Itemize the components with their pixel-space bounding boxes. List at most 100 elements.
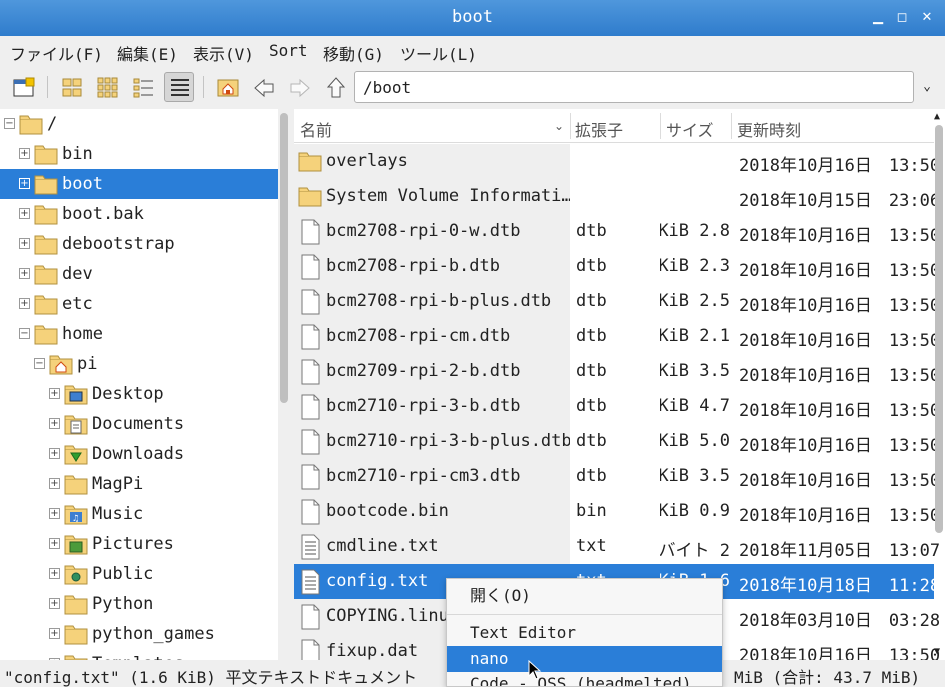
file-modified: 2018年10月16日 13:50 xyxy=(739,261,939,281)
expand-icon[interactable]: + xyxy=(19,268,30,279)
file-size: 3.5 KiB xyxy=(660,466,730,486)
expand-icon[interactable]: + xyxy=(49,598,60,609)
file-name: cmdline.txt xyxy=(326,536,439,556)
expand-icon[interactable]: + xyxy=(19,178,30,189)
chevron-down-icon: ⌄ xyxy=(923,79,931,94)
tree-item-pi[interactable]: − pi xyxy=(0,349,278,379)
file-row[interactable]: bcm2708-rpi-b.dtb dtb 2.3 KiB 2018年10月16日 1… xyxy=(294,249,939,284)
tree-item-etc[interactable]: + etc xyxy=(0,289,278,319)
menu-item-open[interactable]: 開く(O) xyxy=(447,583,722,609)
path-dropdown-button[interactable]: ⌄ xyxy=(916,71,938,103)
menu-sort[interactable]: Sort xyxy=(269,41,308,60)
tree-item-boot-bak[interactable]: + boot.bak xyxy=(0,199,278,229)
folder-icon xyxy=(34,173,58,200)
menu-edit[interactable]: 編集(E) xyxy=(117,41,178,65)
back-button[interactable] xyxy=(248,72,278,102)
file-row[interactable]: System Volume Informati… 2018年10月15日 23:0… xyxy=(294,179,939,214)
file-row[interactable]: bcm2708-rpi-cm.dtb dtb 2.1 KiB 2018年10月16日 … xyxy=(294,319,939,354)
public-folder-icon xyxy=(64,563,88,590)
tree-item-public[interactable]: + Public xyxy=(0,559,278,589)
tree-item-dev[interactable]: + dev xyxy=(0,259,278,289)
expand-icon[interactable]: + xyxy=(49,478,60,489)
folder-icon xyxy=(64,593,88,620)
minimize-button[interactable]: ▁ xyxy=(868,8,888,28)
collapse-icon[interactable]: − xyxy=(4,118,15,129)
column-ext-header[interactable]: 拡張子 xyxy=(575,117,623,141)
tree-item-debootstrap[interactable]: + debootstrap xyxy=(0,229,278,259)
expand-icon[interactable]: + xyxy=(19,238,30,249)
new-tab-button[interactable] xyxy=(8,72,38,102)
file-row[interactable]: bootcode.bin bin 0.9 KiB 2018年10月16日 13:50 xyxy=(294,494,939,529)
expand-icon[interactable]: + xyxy=(19,148,30,159)
tree-item-boot[interactable]: + boot xyxy=(0,169,278,199)
expand-icon[interactable]: + xyxy=(19,298,30,309)
scroll-up-icon[interactable]: ▲ xyxy=(934,111,940,122)
detail-view-button[interactable] xyxy=(164,72,194,102)
file-row[interactable]: cmdline.txt txt 2 バイト 2018年11月05日 13:07 xyxy=(294,529,939,564)
detail-view-icon xyxy=(171,79,189,96)
menu-item-nano[interactable]: nano xyxy=(447,646,722,672)
tree-item-templates[interactable]: +Templates xyxy=(0,649,278,660)
menu-item-text-editor[interactable]: Text Editor xyxy=(447,620,722,646)
menu-view[interactable]: 表示(V) xyxy=(193,41,254,65)
column-name-header[interactable]: 名前 xyxy=(300,117,332,141)
file-row[interactable]: bcm2708-rpi-0-w.dtb dtb 2.8 KiB 2018年10月16日… xyxy=(294,214,939,249)
new-tab-icon xyxy=(13,77,35,97)
menu-go[interactable]: 移動(G) xyxy=(323,41,384,65)
thumbnail-view-button[interactable] xyxy=(92,72,122,102)
folder-icon xyxy=(64,653,88,660)
home-button[interactable] xyxy=(212,72,242,102)
tree-item-downloads[interactable]: + Downloads xyxy=(0,439,278,469)
expand-icon[interactable]: + xyxy=(19,208,30,219)
file-modified: 2018年10月18日 11:28 xyxy=(739,576,939,596)
collapse-icon[interactable]: − xyxy=(19,328,30,339)
pane-splitter[interactable] xyxy=(278,109,294,660)
path-input[interactable] xyxy=(354,71,914,103)
documents-folder-icon xyxy=(64,413,88,440)
close-button[interactable]: ✕ xyxy=(917,8,937,28)
tree-item-documents[interactable]: + Documents xyxy=(0,409,278,439)
file-ext: dtb xyxy=(576,326,607,346)
file-row[interactable]: bcm2710-rpi-3-b.dtb dtb 4.7 KiB 2018年10月16日… xyxy=(294,389,939,424)
menu-file[interactable]: ファイル(F) xyxy=(10,41,103,65)
scroll-down-icon[interactable]: ▼ xyxy=(934,646,940,657)
tree-item-python-games[interactable]: + python_games xyxy=(0,619,278,649)
file-row[interactable]: bcm2709-rpi-2-b.dtb dtb 3.5 KiB 2018年10月16日… xyxy=(294,354,939,390)
maximize-button[interactable]: ◻ xyxy=(892,8,912,28)
file-row[interactable]: overlays 2018年10月16日 13:50 xyxy=(294,144,939,179)
file-row[interactable]: bcm2708-rpi-b-plus.dtb dtb 2.5 KiB 2018年10月… xyxy=(294,284,939,319)
tree-item-bin[interactable]: + bin xyxy=(0,139,278,169)
collapse-icon[interactable]: − xyxy=(34,358,45,369)
folder-icon xyxy=(34,143,58,170)
menu-item-code-oss[interactable]: Code - OSS (headmelted) xyxy=(447,671,722,686)
column-size-header[interactable]: サイズ xyxy=(666,117,714,141)
tree-item-pictures[interactable]: + Pictures xyxy=(0,529,278,559)
expand-icon[interactable]: + xyxy=(49,538,60,549)
compact-view-button[interactable] xyxy=(128,72,158,102)
tree-item-python[interactable]: + Python xyxy=(0,589,278,619)
tree-item-home[interactable]: − home xyxy=(0,319,278,349)
file-row[interactable]: bcm2710-rpi-cm3.dtb dtb 3.5 KiB 2018年10月16日… xyxy=(294,459,939,494)
expand-icon[interactable]: + xyxy=(49,628,60,639)
file-row[interactable]: bcm2710-rpi-3-b-plus.dtb dtb 5.0 KiB 2018年1… xyxy=(294,424,939,459)
icon-view-button[interactable] xyxy=(56,72,86,102)
menu-tools[interactable]: ツール(L) xyxy=(400,41,477,65)
expand-icon[interactable]: + xyxy=(49,388,60,399)
tree-item-desktop[interactable]: + Desktop xyxy=(0,379,278,409)
expand-icon[interactable]: + xyxy=(49,418,60,429)
file-icon xyxy=(298,359,322,390)
file-size: 2.3 KiB xyxy=(660,256,730,276)
expand-icon[interactable]: + xyxy=(49,568,60,579)
file-modified: 2018年10月16日 13:50 xyxy=(739,401,939,421)
forward-button[interactable] xyxy=(284,72,314,102)
tree-scrollbar-thumb[interactable] xyxy=(280,113,288,403)
column-modified-header[interactable]: 更新時刻 xyxy=(737,117,801,141)
folder-tree[interactable]: − / + bin + boot + boot.bak + debootstrap + dev + etc… xyxy=(0,109,278,660)
tree-item-root[interactable]: − / xyxy=(0,109,278,139)
expand-icon[interactable]: + xyxy=(49,508,60,519)
tree-item-music[interactable]: + ♫ Music xyxy=(0,499,278,529)
expand-icon[interactable]: + xyxy=(49,448,60,459)
tree-item-magpi[interactable]: + MagPi xyxy=(0,469,278,499)
up-button[interactable] xyxy=(320,72,350,102)
list-scrollbar-thumb[interactable] xyxy=(935,125,943,533)
